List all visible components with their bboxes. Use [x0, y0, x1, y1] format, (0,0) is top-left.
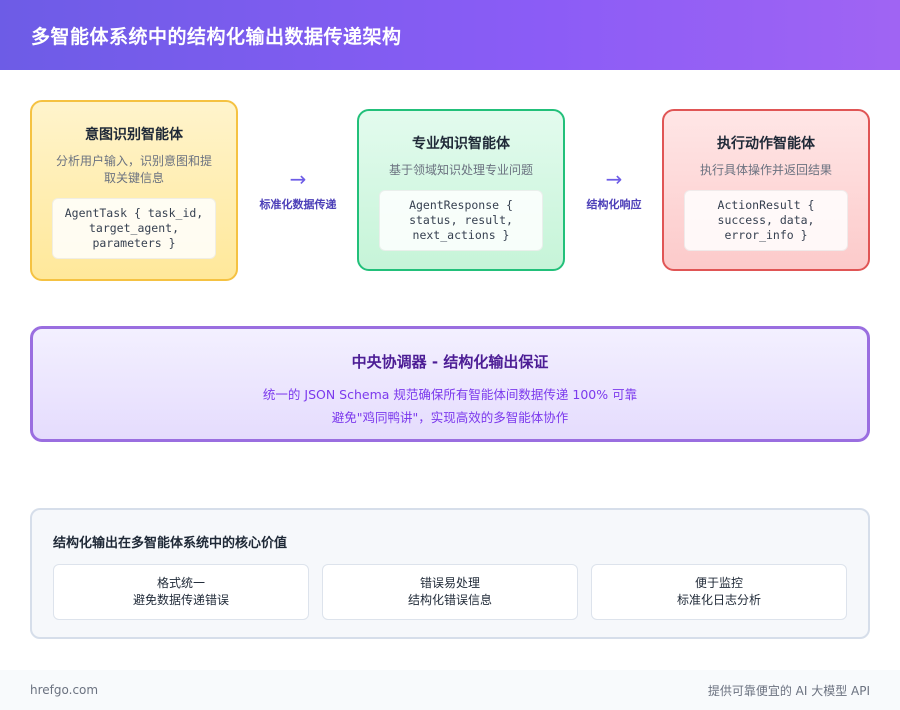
value-card: 错误易处理 结构化错误信息 — [322, 564, 578, 620]
code-line: parameters } — [92, 236, 176, 250]
values-title: 结构化输出在多智能体系统中的核心价值 — [53, 536, 288, 551]
value-card: 便于监控 标准化日志分析 — [591, 564, 847, 620]
footer: hrefgo.com 提供可靠便宜的 AI 大模型 API — [0, 670, 900, 710]
intent-agent-node: 意图识别智能体 分析用户输入，识别意图和提 取关键信息 AgentTask { … — [30, 100, 238, 281]
footer-site: hrefgo.com — [30, 683, 99, 697]
code-line: success, data, — [717, 213, 815, 227]
exec-agent-node: 执行动作智能体 执行具体操作并返回结果 ActionResult { succe… — [662, 109, 870, 271]
agent-description: 执行具体操作并返回结果 — [700, 162, 832, 179]
agent-title: 意图识别智能体 — [85, 127, 183, 143]
arrow-right-icon: → — [605, 167, 623, 191]
value-card-heading: 格式统一 — [156, 576, 205, 590]
core-values-panel: 结构化输出在多智能体系统中的核心价值 格式统一 避免数据传递错误 错误易处理 结… — [30, 508, 870, 639]
code-line: status, result, — [409, 213, 513, 227]
code-line: target_agent, — [88, 221, 179, 235]
agent-code-box: AgentTask { task_id, target_agent, param… — [52, 198, 216, 259]
coordinator-title: 中央协调器 - 结构化输出保证 — [351, 353, 549, 371]
arrow-right-icon: → — [289, 167, 307, 191]
agent-description: 基于领域知识处理专业问题 — [389, 162, 533, 179]
coordinator-line: 统一的 JSON Schema 规范确保所有智能体间数据传递 100% 可靠 — [262, 387, 638, 402]
agent-description-line: 取关键信息 — [103, 171, 164, 185]
central-coordinator-panel: 中央协调器 - 结构化输出保证 统一的 JSON Schema 规范确保所有智能… — [30, 326, 870, 442]
connector-label: 标准化数据传递 — [259, 198, 337, 211]
value-card-heading: 错误易处理 — [419, 576, 480, 590]
connector-expert-to-exec: → 结构化响应 — [574, 168, 654, 212]
footer-tagline: 提供可靠便宜的 AI 大模型 API — [707, 683, 870, 698]
connector-label: 结构化响应 — [586, 198, 642, 211]
code-line: AgentResponse { — [409, 198, 513, 212]
agent-code-box: ActionResult { success, data, error_info… — [684, 190, 848, 251]
agent-description-line: 分析用户输入，识别意图和提 — [55, 154, 212, 168]
agent-title: 专业知识智能体 — [412, 136, 510, 152]
agent-description: 分析用户输入，识别意图和提 取关键信息 — [56, 153, 212, 187]
value-card-detail: 结构化错误信息 — [407, 593, 492, 607]
value-card-list: 格式统一 避免数据传递错误 错误易处理 结构化错误信息 便于监控 标准化日志分析 — [53, 564, 847, 620]
value-card-heading: 便于监控 — [694, 576, 743, 590]
code-line: AgentTask { task_id, — [64, 206, 204, 220]
expert-agent-node: 专业知识智能体 基于领域知识处理专业问题 AgentResponse { sta… — [357, 109, 565, 271]
code-line: error_info } — [724, 228, 808, 242]
coordinator-line: 避免"鸡同鸭讲"，实现高效的多智能体协作 — [331, 410, 569, 425]
agent-description-line: 基于领域知识处理专业问题 — [388, 163, 533, 177]
agent-description-line: 执行具体操作并返回结果 — [699, 163, 832, 177]
code-line: ActionResult { — [717, 198, 815, 212]
value-card-detail: 避免数据传递错误 — [132, 593, 229, 607]
agent-code-box: AgentResponse { status, result, next_act… — [379, 190, 543, 251]
agent-title: 执行动作智能体 — [717, 136, 815, 152]
value-card: 格式统一 避免数据传递错误 — [53, 564, 309, 620]
connector-intent-to-expert: → 标准化数据传递 — [252, 168, 344, 212]
page-title: 多智能体系统中的结构化输出数据传递架构 — [31, 25, 402, 48]
value-card-detail: 标准化日志分析 — [676, 593, 761, 607]
code-line: next_actions } — [412, 228, 510, 242]
header-banner: 多智能体系统中的结构化输出数据传递架构 — [0, 0, 900, 70]
